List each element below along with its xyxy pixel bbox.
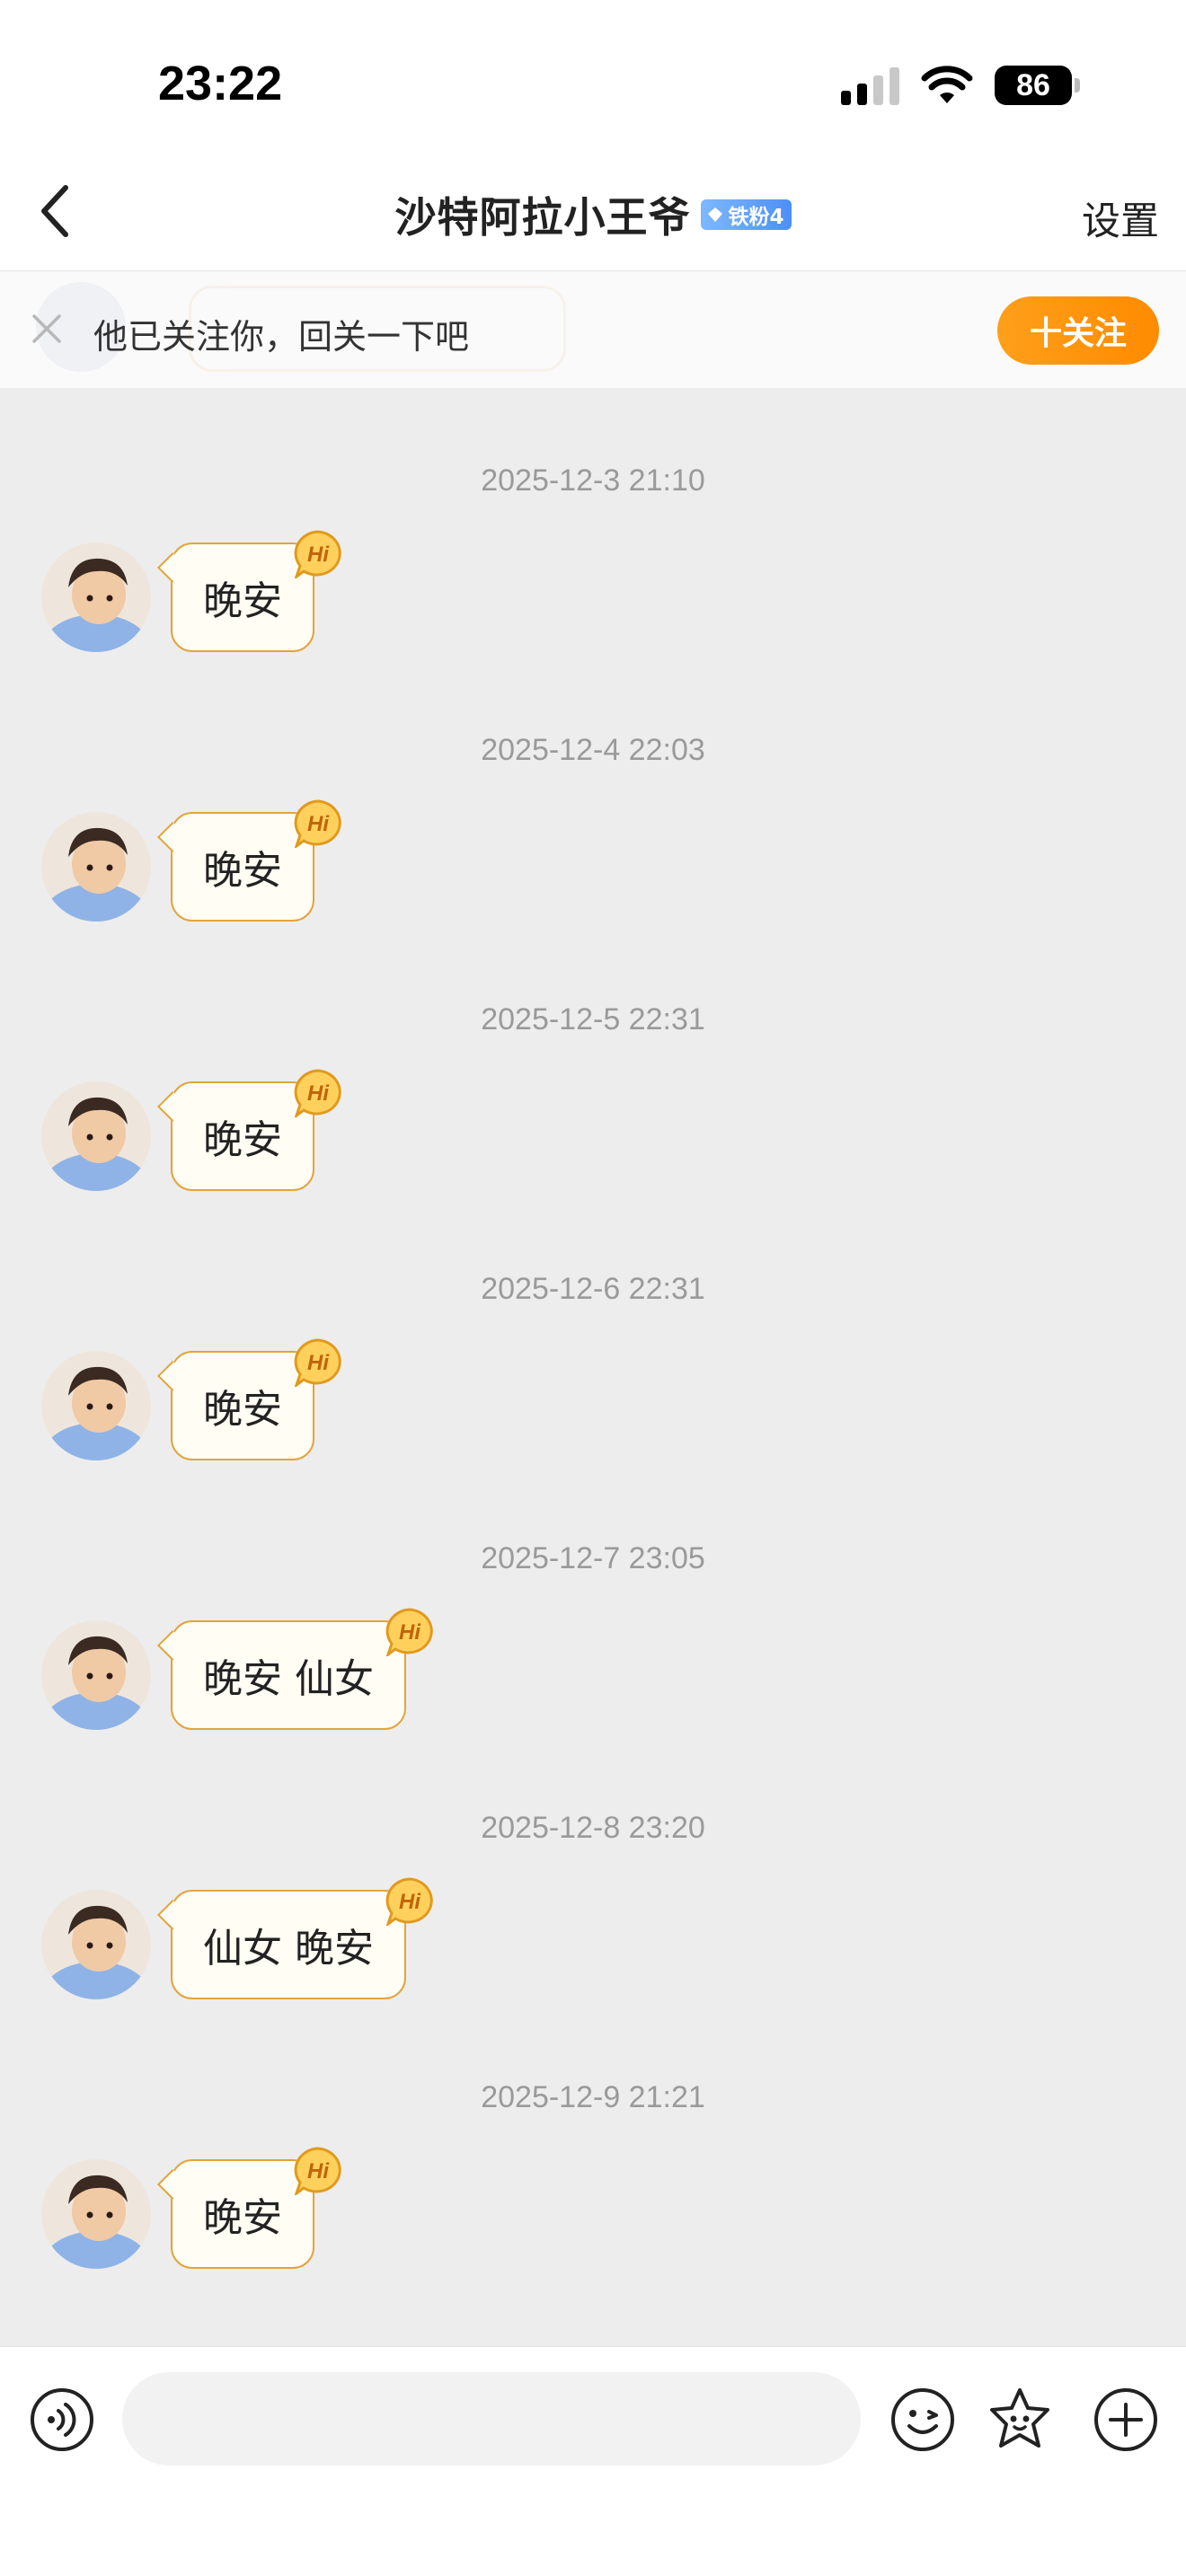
wifi-icon <box>921 66 973 103</box>
close-icon[interactable] <box>29 311 65 347</box>
avatar[interactable] <box>41 543 151 652</box>
status-bar: 23:22 86 <box>0 0 1186 153</box>
nav-title-group: 沙特阿拉小王爷 铁粉4 <box>0 185 1186 244</box>
message-group: 2025-12-5 22:31 晚安 Hi <box>0 927 1186 1196</box>
message-text: 仙女 晚安 <box>203 1926 374 1972</box>
fan-level-label: 铁粉4 <box>728 206 784 229</box>
message-timestamp: 2025-12-9 21:21 <box>481 2080 705 2114</box>
message-timestamp: 2025-12-4 22:03 <box>481 733 705 767</box>
message-bubble[interactable]: 晚安 Hi <box>157 1069 341 1191</box>
hi-badge-icon: Hi <box>385 1877 433 1926</box>
message-bubble[interactable]: 晚安 Hi <box>157 2147 341 2269</box>
message-bubble[interactable]: 晚安 仙女 Hi <box>157 1608 433 1730</box>
message-group: 2025-12-9 21:21 晚安 Hi <box>0 2005 1186 2274</box>
message-timestamp: 2025-12-5 22:31 <box>481 1002 705 1037</box>
diamond-icon <box>708 207 723 222</box>
message-text: 晚安 <box>203 578 282 624</box>
message-text: 晚安 <box>203 2195 282 2241</box>
message-timestamp: 2025-12-3 21:10 <box>481 463 705 498</box>
avatar[interactable] <box>41 1081 151 1191</box>
hi-badge-icon: Hi <box>294 799 341 848</box>
avatar[interactable] <box>41 812 151 922</box>
hi-badge-icon: Hi <box>294 1069 341 1117</box>
plus-icon[interactable] <box>1093 2386 1159 2453</box>
message-group: 2025-12-3 21:10 晚安 Hi <box>0 388 1186 657</box>
hi-badge-icon: Hi <box>294 2147 341 2195</box>
status-icons: 86 <box>841 63 1080 108</box>
message-group: 2025-12-4 22:03 晚安 Hi <box>0 657 1186 927</box>
message-input[interactable] <box>122 2372 861 2466</box>
sticker-icon[interactable] <box>985 2385 1055 2455</box>
settings-button[interactable]: 设置 <box>1082 190 1159 246</box>
follow-back-text: 他已关注你，回关一下吧 <box>93 317 470 357</box>
message-timestamp: 2025-12-6 22:31 <box>481 1272 705 1306</box>
status-time: 23:22 <box>158 57 283 110</box>
message-timestamp: 2025-12-8 23:20 <box>481 1811 705 1845</box>
follow-back-banner: 他已关注你，回关一下吧 十关注 <box>0 271 1186 388</box>
avatar[interactable] <box>41 2159 151 2269</box>
svg-text:Hi: Hi <box>399 1620 421 1645</box>
svg-text:Hi: Hi <box>399 1890 421 1914</box>
svg-text:Hi: Hi <box>307 1081 330 1106</box>
input-bar <box>0 2346 1186 2576</box>
avatar[interactable] <box>41 1620 151 1730</box>
voice-icon[interactable] <box>29 2386 95 2453</box>
chat-message-list[interactable]: 2025-12-3 21:10 晚安 Hi 2025-12-4 22:03 晚安… <box>0 388 1186 2346</box>
svg-text:Hi: Hi <box>307 812 330 836</box>
message-bubble[interactable]: 仙女 晚安 Hi <box>157 1877 433 1999</box>
message-text: 晚安 仙女 <box>203 1656 374 1702</box>
svg-text:Hi: Hi <box>307 543 330 567</box>
message-bubble[interactable]: 晚安 Hi <box>157 1338 341 1460</box>
message-text: 晚安 <box>203 1387 282 1433</box>
message-group: 2025-12-7 23:05 晚安 仙女 Hi <box>0 1466 1186 1735</box>
hi-badge-icon: Hi <box>294 1338 341 1387</box>
message-bubble[interactable]: 晚安 Hi <box>157 530 341 652</box>
avatar[interactable] <box>41 1890 151 1999</box>
message-text: 晚安 <box>203 1117 282 1163</box>
hi-badge-icon: Hi <box>294 530 341 578</box>
message-timestamp: 2025-12-7 23:05 <box>481 1541 705 1575</box>
message-text: 晚安 <box>203 848 282 894</box>
svg-text:Hi: Hi <box>307 1351 330 1375</box>
nav-bar: 沙特阿拉小王爷 铁粉4 设置 <box>0 153 1186 271</box>
battery-icon: 86 <box>995 66 1080 105</box>
fan-level-badge: 铁粉4 <box>701 199 792 230</box>
smiley-icon[interactable] <box>890 2386 956 2453</box>
message-group: 2025-12-8 23:20 仙女 晚安 Hi <box>0 1735 1186 2005</box>
message-group: 2025-12-6 22:31 晚安 Hi <box>0 1196 1186 1466</box>
page-title: 沙特阿拉小王爷 <box>394 193 691 242</box>
svg-text:Hi: Hi <box>307 2159 330 2183</box>
cellular-signal-icon <box>841 66 899 105</box>
message-bubble[interactable]: 晚安 Hi <box>157 799 341 922</box>
avatar[interactable] <box>41 1351 151 1460</box>
battery-level: 86 <box>995 66 1072 105</box>
follow-button[interactable]: 十关注 <box>997 296 1159 365</box>
hi-badge-icon: Hi <box>385 1608 433 1656</box>
